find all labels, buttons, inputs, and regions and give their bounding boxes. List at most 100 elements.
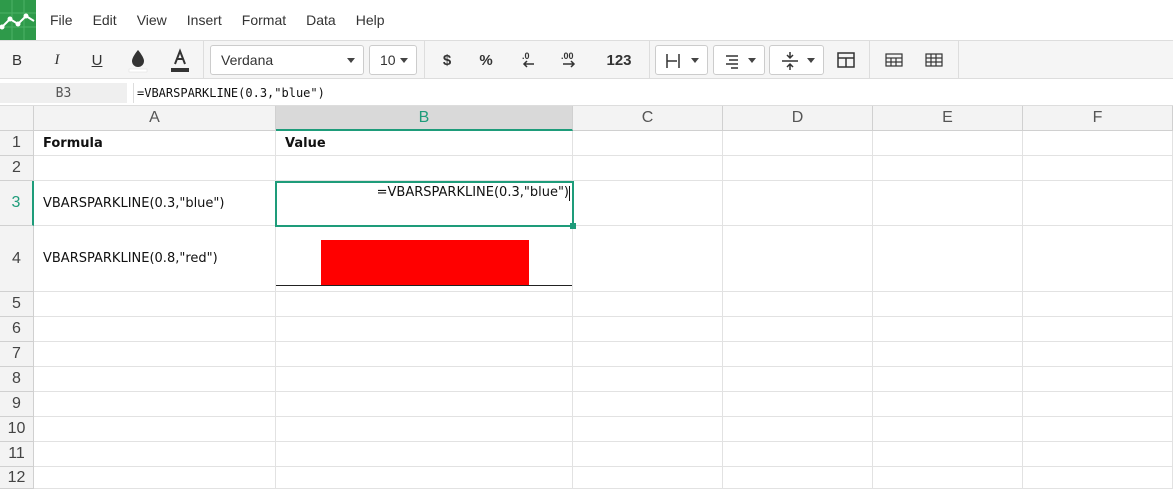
row-header-1[interactable]: 1 — [0, 131, 34, 156]
cell-b4[interactable] — [276, 226, 573, 292]
row-header-10[interactable]: 10 — [0, 417, 34, 442]
row-header-2[interactable]: 2 — [0, 156, 34, 181]
row-header-12[interactable]: 12 — [0, 467, 34, 489]
menu-edit[interactable]: Edit — [83, 12, 127, 28]
cell-a3[interactable]: VBARSPARKLINE(0.3,"blue") — [34, 181, 276, 226]
grid-cell[interactable] — [276, 156, 573, 181]
grid-cell[interactable] — [873, 317, 1023, 342]
active-cell-editor[interactable]: =VBARSPARKLINE(0.3,"blue") — [275, 181, 574, 227]
grid-cell[interactable] — [34, 367, 276, 392]
cell-b1[interactable]: Value — [276, 131, 573, 156]
grid-cell[interactable] — [34, 467, 276, 489]
column-header-f[interactable]: F — [1023, 106, 1173, 131]
row-header-5[interactable]: 5 — [0, 292, 34, 317]
grid-cell[interactable] — [1023, 342, 1173, 367]
grid-cell[interactable] — [276, 392, 573, 417]
freeze-columns-button[interactable] — [916, 41, 952, 79]
cell-a1[interactable]: Formula — [34, 131, 276, 156]
freeze-rows-button[interactable] — [876, 41, 912, 79]
row-header-6[interactable]: 6 — [0, 317, 34, 342]
select-all-corner[interactable] — [0, 106, 34, 131]
grid-cell[interactable] — [573, 181, 723, 226]
grid-cell[interactable] — [573, 467, 723, 489]
column-header-a[interactable]: A — [34, 106, 276, 131]
grid-cell[interactable] — [873, 292, 1023, 317]
grid-cell[interactable] — [873, 181, 1023, 226]
menu-help[interactable]: Help — [346, 12, 395, 28]
grid-cell[interactable] — [723, 467, 873, 489]
grid-cell[interactable] — [1023, 131, 1173, 156]
grid-cell[interactable] — [573, 317, 723, 342]
grid-cell[interactable] — [723, 317, 873, 342]
grid-cell[interactable] — [1023, 417, 1173, 442]
grid-cell[interactable] — [873, 342, 1023, 367]
grid-cell[interactable] — [34, 342, 276, 367]
number-format-button[interactable]: 123 — [597, 41, 641, 79]
italic-button[interactable]: I — [40, 41, 74, 79]
bold-button[interactable]: B — [0, 41, 34, 79]
grid-cell[interactable] — [276, 442, 573, 467]
menu-insert[interactable]: Insert — [177, 12, 232, 28]
grid-cell[interactable] — [276, 342, 573, 367]
column-header-d[interactable]: D — [723, 106, 873, 131]
column-header-c[interactable]: C — [573, 106, 723, 131]
grid-cell[interactable] — [34, 417, 276, 442]
merge-cells-button[interactable] — [830, 41, 862, 79]
vertical-align-dropdown[interactable] — [769, 45, 824, 75]
grid-cell[interactable] — [723, 417, 873, 442]
row-header-11[interactable]: 11 — [0, 442, 34, 467]
row-header-7[interactable]: 7 — [0, 342, 34, 367]
grid-cell[interactable] — [1023, 317, 1173, 342]
grid-cell[interactable] — [34, 392, 276, 417]
grid-cell[interactable] — [1023, 367, 1173, 392]
grid-cell[interactable] — [573, 342, 723, 367]
grid-cell[interactable] — [873, 226, 1023, 292]
row-header-3[interactable]: 3 — [0, 181, 34, 226]
grid-cell[interactable] — [573, 392, 723, 417]
grid-cell[interactable] — [1023, 392, 1173, 417]
grid-cell[interactable] — [34, 317, 276, 342]
grid-cell[interactable] — [873, 442, 1023, 467]
grid-cell[interactable] — [873, 392, 1023, 417]
grid-cell[interactable] — [573, 131, 723, 156]
grid-cell[interactable] — [573, 156, 723, 181]
underline-button[interactable]: U — [80, 41, 114, 79]
row-header-9[interactable]: 9 — [0, 392, 34, 417]
grid-cell[interactable] — [1023, 467, 1173, 489]
percent-button[interactable]: % — [470, 41, 502, 79]
grid-cell[interactable] — [1023, 442, 1173, 467]
increase-decimals-button[interactable]: .00 — [553, 41, 587, 79]
column-header-e[interactable]: E — [873, 106, 1023, 131]
decrease-decimals-button[interactable]: .0 — [512, 41, 544, 79]
grid-cell[interactable] — [1023, 181, 1173, 226]
grid-cell[interactable] — [573, 442, 723, 467]
grid-cell[interactable] — [34, 442, 276, 467]
grid-cell[interactable] — [873, 417, 1023, 442]
grid-cell[interactable] — [276, 367, 573, 392]
grid-cell[interactable] — [873, 467, 1023, 489]
grid-cell[interactable] — [276, 317, 573, 342]
grid-cell[interactable] — [723, 442, 873, 467]
grid-cell[interactable] — [34, 292, 276, 317]
grid-cell[interactable] — [573, 417, 723, 442]
menu-file[interactable]: File — [40, 12, 83, 28]
font-size-select[interactable]: 10 — [369, 45, 417, 75]
currency-button[interactable]: $ — [432, 41, 462, 79]
grid-cell[interactable] — [723, 392, 873, 417]
horizontal-align-dropdown[interactable] — [655, 45, 708, 75]
grid-cell[interactable] — [573, 292, 723, 317]
grid-cell[interactable] — [276, 292, 573, 317]
grid-cell[interactable] — [723, 367, 873, 392]
grid-cell[interactable] — [723, 292, 873, 317]
menu-data[interactable]: Data — [296, 12, 346, 28]
grid-cell[interactable] — [1023, 226, 1173, 292]
app-logo[interactable] — [0, 0, 36, 40]
row-header-8[interactable]: 8 — [0, 367, 34, 392]
grid-cell[interactable] — [1023, 292, 1173, 317]
grid-cell[interactable] — [873, 131, 1023, 156]
grid-cell[interactable] — [34, 156, 276, 181]
text-color-button[interactable] — [162, 41, 198, 79]
menu-format[interactable]: Format — [232, 12, 296, 28]
font-family-select[interactable]: Verdana — [210, 45, 364, 75]
text-align-dropdown[interactable] — [713, 45, 765, 75]
